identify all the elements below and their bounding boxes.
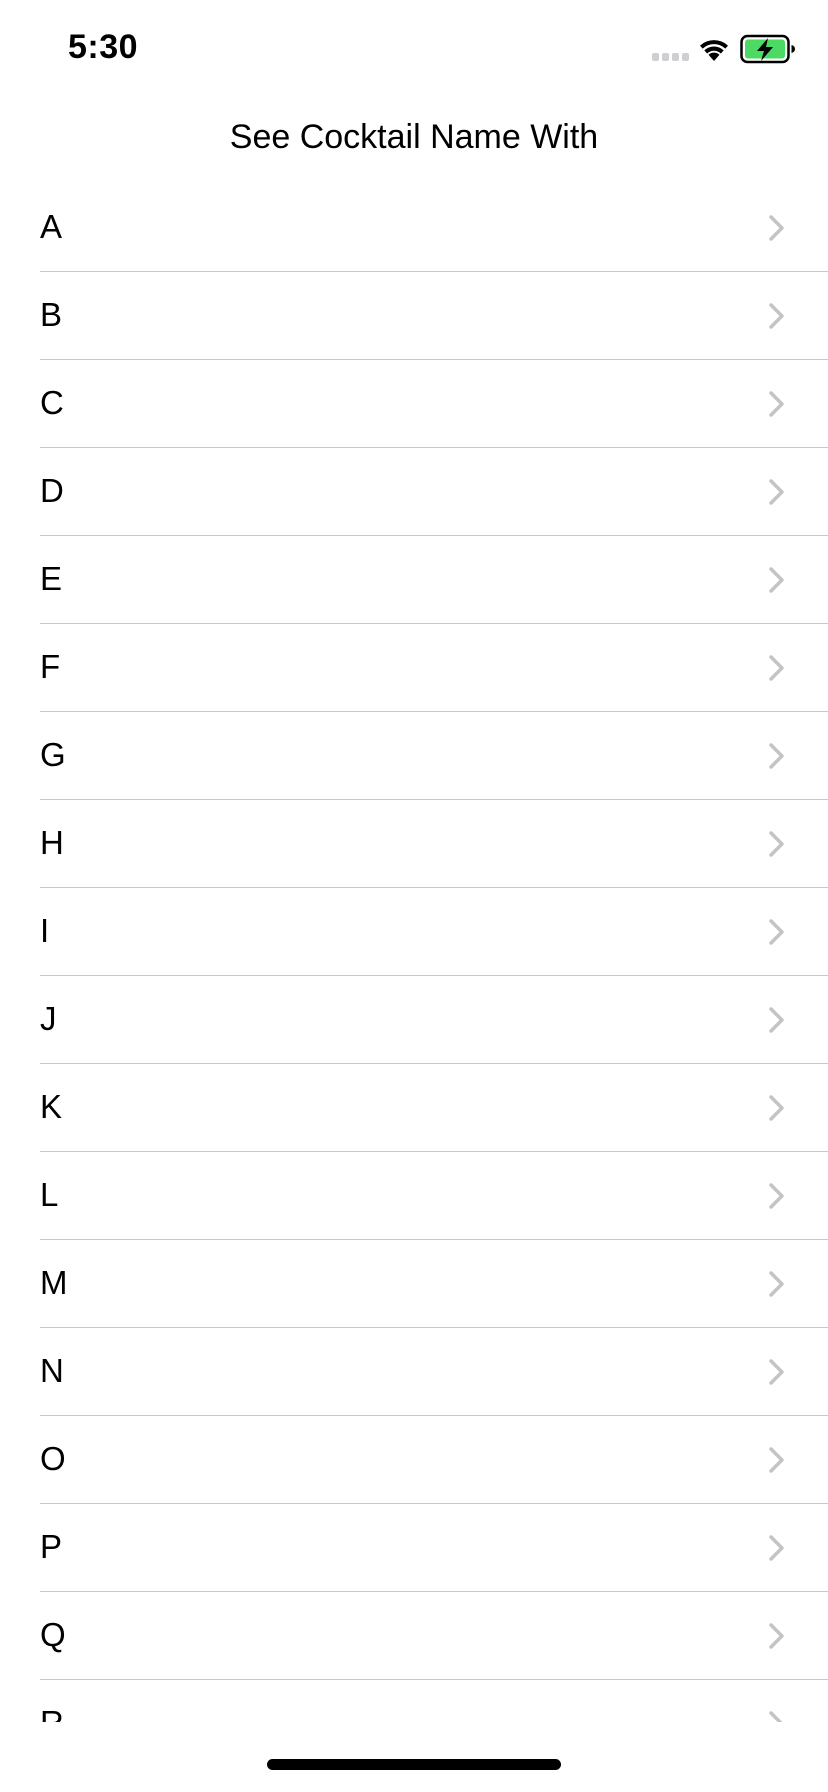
chevron-right-icon (769, 567, 784, 593)
chevron-right-icon (769, 1535, 784, 1561)
list-item[interactable]: G (0, 712, 828, 800)
list-item[interactable]: M (0, 1240, 828, 1328)
chevron-right-icon (769, 1623, 784, 1649)
list-item[interactable]: J (0, 976, 828, 1064)
list-item-label: M (40, 1264, 68, 1301)
list-item-label: N (40, 1352, 64, 1389)
list-item-label: H (40, 824, 64, 861)
list-item-label: J (40, 1000, 57, 1037)
chevron-right-icon (769, 1359, 784, 1385)
list-item-label: C (40, 384, 64, 421)
list-item-label: A (40, 208, 63, 245)
chevron-right-icon (769, 479, 784, 505)
list-item-label: K (40, 1088, 63, 1125)
cellular-signal-icon (652, 53, 689, 61)
chevron-right-icon (769, 655, 784, 681)
chevron-right-icon (769, 1007, 784, 1033)
list-item-label: O (40, 1440, 66, 1477)
list-item[interactable]: D (0, 448, 828, 536)
list-item[interactable]: Q (0, 1592, 828, 1680)
chevron-right-icon (769, 1095, 784, 1121)
chevron-right-icon (769, 1271, 784, 1297)
chevron-right-icon (769, 215, 784, 241)
list-item[interactable]: L (0, 1152, 828, 1240)
list-item-label: G (40, 736, 66, 773)
letter-list: A B C D E F G H I J K L M N O P Q R (0, 184, 828, 1722)
chevron-right-icon (769, 1183, 784, 1209)
list-item[interactable]: B (0, 272, 828, 360)
chevron-right-icon (769, 391, 784, 417)
page-title: See Cocktail Name With (229, 118, 599, 156)
chevron-right-icon (769, 1447, 784, 1473)
list-item[interactable]: E (0, 536, 828, 624)
list-item-label: P (40, 1528, 63, 1565)
list-item-label: R (40, 1703, 64, 1722)
battery-charging-icon (740, 34, 795, 64)
list-item-label: I (40, 912, 50, 949)
list-item-label: L (40, 1176, 59, 1213)
list-item-label: B (40, 296, 63, 333)
wifi-icon (700, 40, 728, 61)
home-indicator[interactable] (267, 1759, 561, 1770)
chevron-right-icon (769, 303, 784, 329)
list-item[interactable]: A (0, 184, 828, 272)
list-item[interactable]: F (0, 624, 828, 712)
chevron-right-icon (769, 919, 784, 945)
list-item-label: E (40, 560, 63, 597)
list-item[interactable]: I (0, 888, 828, 976)
list-item-label: D (40, 472, 64, 509)
chevron-right-icon (769, 1711, 783, 1722)
list-item-label: Q (40, 1616, 66, 1653)
list-item[interactable]: P (0, 1504, 828, 1592)
list-item[interactable]: R (0, 1680, 828, 1722)
list-item[interactable]: N (0, 1328, 828, 1416)
list-item[interactable]: K (0, 1064, 828, 1152)
list-item-label: F (40, 648, 61, 685)
status-time: 5:30 (68, 28, 139, 66)
list-item[interactable]: O (0, 1416, 828, 1504)
chevron-right-icon (769, 831, 784, 857)
status-bar: 5:30 (0, 0, 828, 100)
chevron-right-icon (769, 743, 784, 769)
list-item[interactable]: H (0, 800, 828, 888)
list-item[interactable]: C (0, 360, 828, 448)
